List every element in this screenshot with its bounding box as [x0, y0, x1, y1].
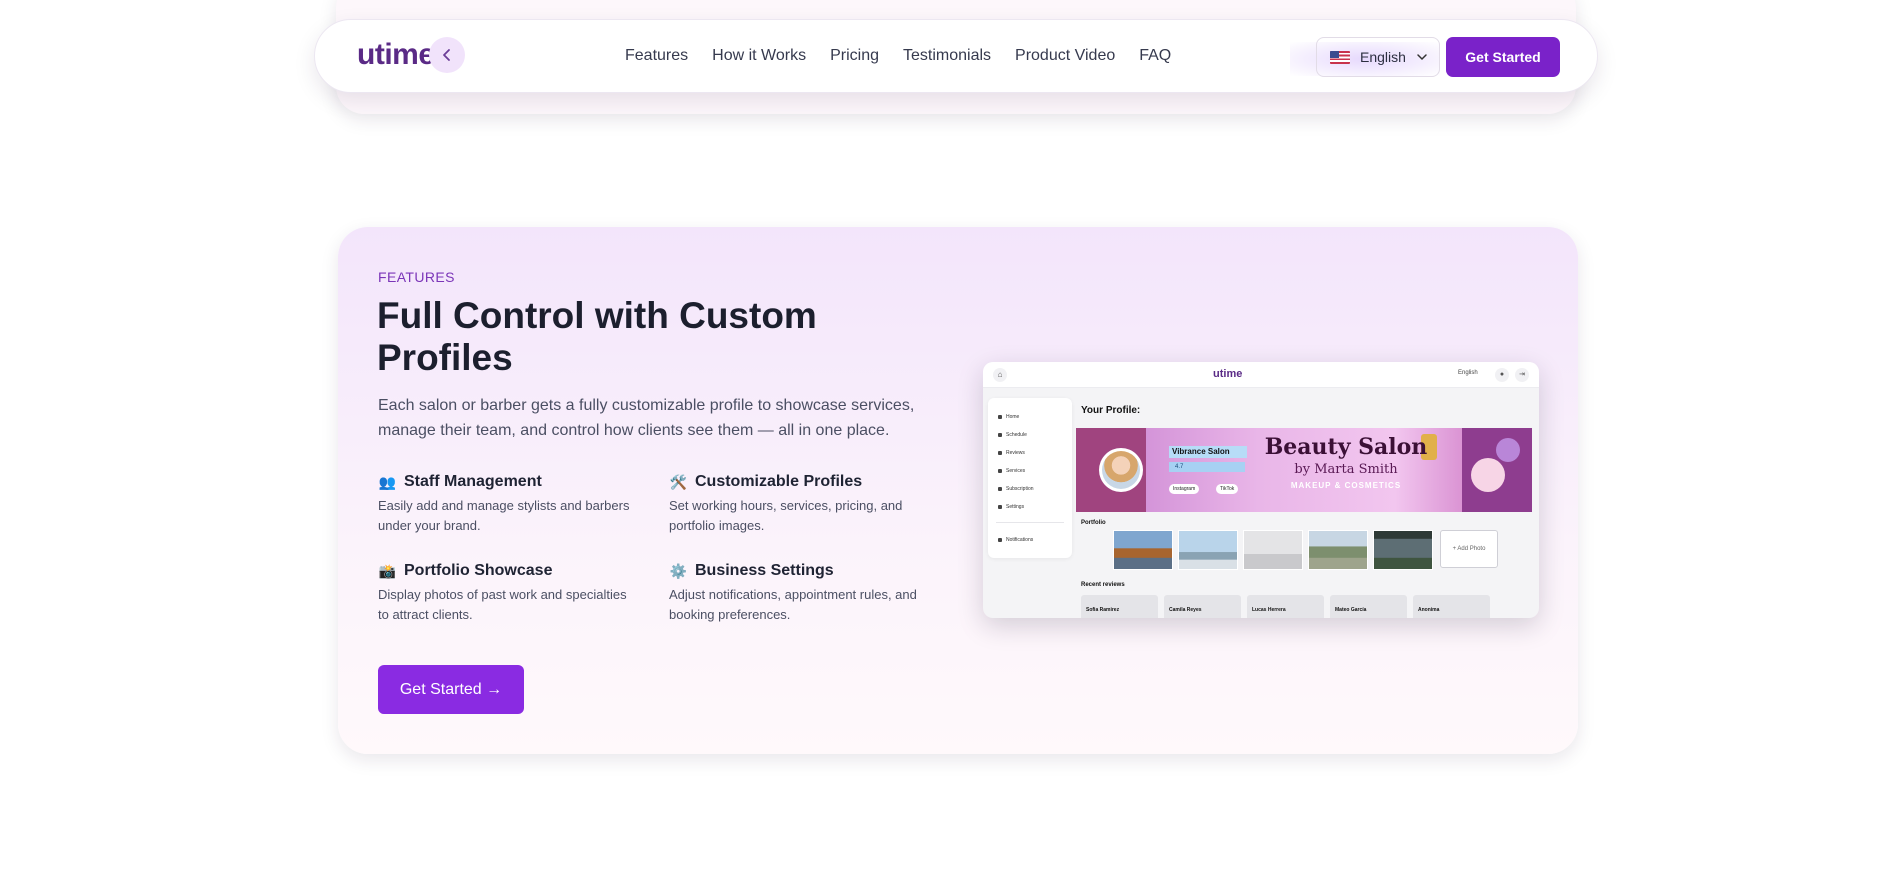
feature-title: Business Settings: [695, 562, 834, 579]
banner-subtitle: by Marta Smith: [1294, 462, 1398, 477]
banner-tagline: MAKEUP & COSMETICS: [1290, 481, 1402, 490]
feature-description: Set working hours, services, pricing, an…: [669, 498, 903, 533]
decorative-flower: [1496, 438, 1520, 462]
review-card: Camila Reyes: [1164, 595, 1241, 618]
review-card: Mateo García: [1330, 595, 1407, 618]
profile-banner: Beauty Salon by Marta Smith MAKEUP & COS…: [1076, 428, 1532, 512]
section-description: Each salon or barber gets a fully custom…: [378, 397, 915, 439]
camera-icon: 📸: [378, 562, 397, 579]
feature-title: Staff Management: [404, 473, 542, 490]
portfolio-photo: [1243, 530, 1303, 570]
section-title: Full Control with Custom Profiles: [377, 295, 817, 378]
people-icon: 👥: [378, 473, 397, 490]
mockup-topbar: ⌂ utime English ● ⇥: [983, 362, 1539, 388]
portfolio-photo: [1308, 530, 1368, 570]
feature-description: Display photos of past work and specialt…: [378, 587, 627, 622]
review-card: Sofia Ramirez: [1081, 595, 1158, 618]
feature-description: Easily add and manage stylists and barbe…: [378, 498, 630, 533]
feature-customizable-profiles: 🛠️ Customizable Profiles Set working hour…: [669, 473, 929, 536]
tools-icon: 🛠️: [669, 473, 688, 490]
nav-link-testimonials[interactable]: Testimonials: [903, 47, 991, 65]
language-selector[interactable]: English: [1316, 37, 1440, 77]
salon-rating: 4.7: [1169, 462, 1245, 472]
portfolio-thumbnails: + Add Photo: [1113, 530, 1498, 570]
feature-description: Adjust notifications, appointment rules,…: [669, 587, 917, 622]
compact-mirror-image: [1471, 458, 1505, 492]
nav-link-features[interactable]: Features: [625, 47, 688, 65]
portfolio-label: Portfolio: [1081, 520, 1106, 526]
get-started-button[interactable]: Get Started →: [378, 665, 524, 714]
portfolio-photo: [1113, 530, 1173, 570]
nav-link-product-video[interactable]: Product Video: [1015, 47, 1115, 65]
feature-title: Portfolio Showcase: [404, 562, 553, 579]
mockup-sidebar-item: Home: [988, 408, 1072, 426]
chevron-down-icon: [1417, 54, 1427, 61]
feature-staff-management: 👥 Staff Management Easily add and manage …: [378, 473, 638, 536]
recent-reviews: Sofia Ramirez Camila Reyes Lucas Herrera…: [1081, 595, 1490, 618]
add-photo-button: + Add Photo: [1440, 530, 1498, 568]
feature-business-settings: ⚙️ Business Settings Adjust notifications…: [669, 562, 929, 625]
user-icon: ●: [1495, 368, 1509, 382]
mockup-sidebar-item: Notifications: [988, 531, 1072, 549]
mockup-logo: utime: [1213, 368, 1243, 380]
nav-get-started-button[interactable]: Get Started: [1446, 37, 1560, 77]
gear-icon: ⚙️: [669, 562, 688, 579]
review-card: Lucas Herrera: [1247, 595, 1324, 618]
profile-screenshot-mockup: ⌂ utime English ● ⇥ Home Schedule Review…: [983, 362, 1539, 618]
logout-icon: ⇥: [1515, 368, 1529, 382]
salon-name: Vibrance Salon: [1169, 446, 1247, 458]
nav-link-pricing[interactable]: Pricing: [830, 47, 879, 65]
feature-portfolio-showcase: 📸 Portfolio Showcase Display photos of pa…: [378, 562, 638, 625]
banner-title: Beauty Salon: [1264, 434, 1428, 460]
nav-link-how-it-works[interactable]: How it Works: [712, 47, 806, 65]
instagram-pill: Instagram: [1169, 484, 1200, 494]
mockup-sidebar-item: Settings: [988, 498, 1072, 516]
tiktok-pill: TikTok: [1216, 484, 1239, 494]
mockup-sidebar-item: Schedule: [988, 426, 1072, 444]
features-section: FEATURES Full Control with Custom Profil…: [338, 227, 1578, 754]
home-icon: ⌂: [993, 368, 1007, 382]
portfolio-photo: [1178, 530, 1238, 570]
mockup-page-title: Your Profile:: [1081, 405, 1141, 416]
feature-title: Customizable Profiles: [695, 473, 863, 490]
nav-link-faq[interactable]: FAQ: [1139, 47, 1171, 65]
nav-links: Features How it Works Pricing Testimonia…: [625, 47, 1171, 65]
top-navbar: utime Features How it Works Pricing Test…: [314, 19, 1598, 93]
review-card: Anonima: [1413, 595, 1490, 618]
chevron-left-icon: [443, 49, 450, 61]
mockup-sidebar-item: Subscription: [988, 480, 1072, 498]
mockup-sidebar-divider: [996, 522, 1064, 523]
portfolio-photo: [1373, 530, 1433, 570]
avatar: [1102, 451, 1140, 489]
reviews-label: Recent reviews: [1081, 582, 1125, 588]
us-flag-icon: [1330, 50, 1350, 64]
mockup-language: English: [1458, 370, 1478, 376]
mockup-sidebar: Home Schedule Reviews Services Subscript…: [988, 398, 1072, 558]
mockup-sidebar-item: Reviews: [988, 444, 1072, 462]
collapse-button[interactable]: [429, 37, 465, 73]
mockup-sidebar-item: Services: [988, 462, 1072, 480]
section-eyebrow: FEATURES: [378, 269, 455, 285]
utime-logo[interactable]: utime: [357, 38, 435, 72]
language-label: English: [1360, 49, 1406, 65]
